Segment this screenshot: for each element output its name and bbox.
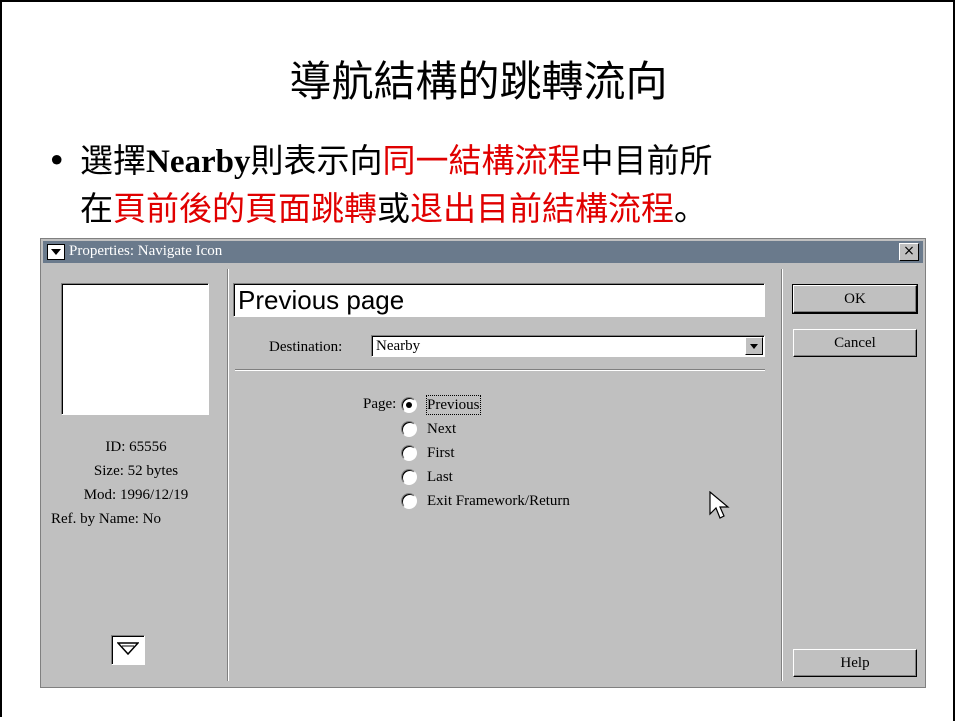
dialog-titlebar[interactable]: Properties: Navigate Icon × — [43, 241, 923, 263]
text-segment: 。 — [674, 189, 707, 228]
icon-size: Size: 52 bytes — [93, 463, 179, 479]
radio-label: Previous — [426, 395, 481, 415]
highlight-text: 同一結構流程 — [382, 141, 581, 180]
text-segment: 選擇 — [80, 141, 146, 180]
icon-modified: Mod: 1996/12/19 — [83, 487, 189, 503]
navigate-icon — [47, 244, 65, 260]
chevron-down-icon[interactable] — [745, 337, 763, 355]
radio-button[interactable] — [401, 469, 417, 485]
text-segment: 則表示向 — [250, 141, 383, 180]
radio-label: Last — [427, 469, 453, 485]
radio-button[interactable] — [401, 493, 417, 509]
radio-label: Exit Framework/Return — [427, 493, 570, 509]
bullet-line-1: • 選擇Nearby則表示向同一結構流程中目前所 — [47, 134, 712, 182]
destination-value: Nearby — [376, 338, 421, 354]
bullet-line-2: 在頁前後的頁面跳轉或退出目前結構流程。 — [80, 182, 707, 230]
icon-title-input[interactable]: Previous page — [233, 283, 765, 317]
highlight-text: 頁前後的頁面跳轉 — [113, 189, 377, 228]
text-segment: 中目前所 — [580, 141, 713, 180]
cancel-button[interactable]: Cancel — [793, 329, 917, 357]
icon-preview — [61, 283, 209, 415]
icon-id: ID: 65556 — [105, 439, 167, 455]
radio-label: Next — [427, 421, 457, 437]
radio-button[interactable] — [401, 397, 417, 413]
destination-select[interactable]: Nearby — [371, 335, 765, 357]
navigate-icon — [117, 642, 139, 656]
navigate-icon-button[interactable] — [111, 635, 145, 665]
destination-label: Destination: — [269, 339, 343, 355]
highlight-text: 退出目前結構流程 — [410, 189, 674, 228]
dialog-title: Properties: Navigate Icon — [69, 243, 223, 259]
ref-by-name: Ref. by Name: No — [51, 511, 161, 527]
divider — [227, 269, 228, 681]
radio-button[interactable] — [401, 421, 417, 437]
radio-button[interactable] — [401, 445, 417, 461]
help-button[interactable]: Help — [793, 649, 917, 677]
ok-button[interactable]: OK — [792, 284, 918, 314]
text-segment: 在 — [80, 189, 113, 228]
mouse-pointer-icon — [709, 491, 730, 519]
close-button[interactable]: × — [899, 243, 919, 261]
divider — [235, 369, 765, 370]
nearby-term: Nearby — [146, 144, 251, 180]
text-segment: 或 — [377, 189, 410, 228]
properties-dialog: Properties: Navigate Icon × ID: 65556 Si… — [40, 238, 926, 688]
page-label: Page: — [363, 396, 397, 412]
divider — [781, 269, 782, 681]
radio-label: First — [427, 445, 455, 461]
slide-title: 導航結構的跳轉流向 — [289, 57, 668, 106]
bullet-dot: • — [47, 141, 67, 180]
